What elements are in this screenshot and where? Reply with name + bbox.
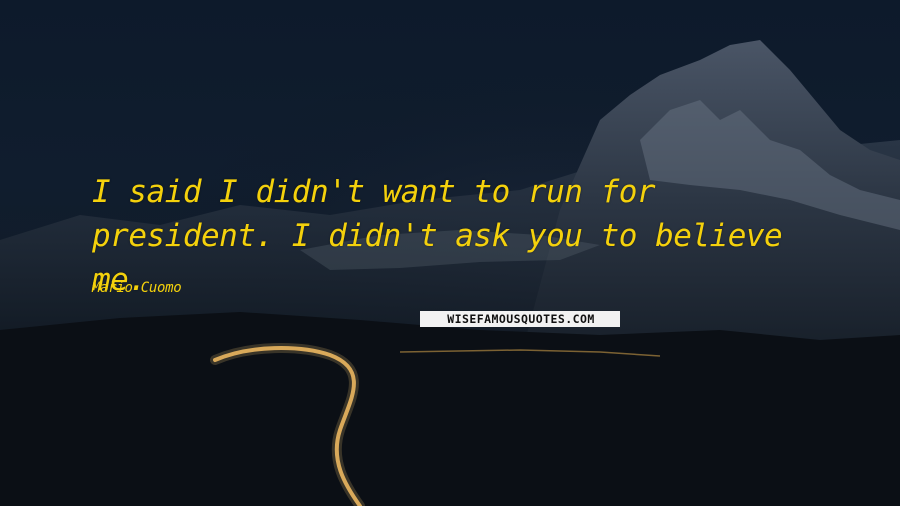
quote-image: I said I didn't want to run for presiden…: [0, 0, 900, 506]
forest-foreground: [0, 312, 900, 506]
site-watermark: WISEFAMOUSQUOTES.COM: [420, 311, 620, 327]
quote-author: Mario Cuomo: [92, 280, 182, 296]
quote-text: I said I didn't want to run for presiden…: [92, 174, 783, 298]
